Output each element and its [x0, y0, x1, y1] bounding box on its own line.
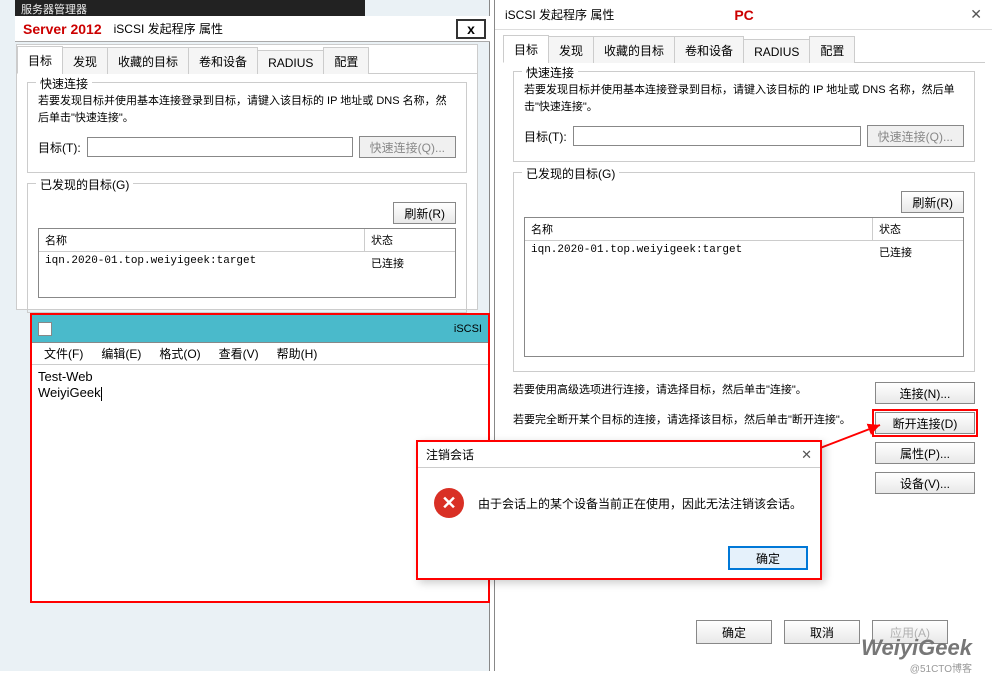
col-state: 状态: [365, 229, 455, 251]
discovered-title: 已发现的目标(G): [36, 176, 133, 193]
refresh-button[interactable]: 刷新(R): [393, 202, 456, 224]
properties-button[interactable]: 属性(P)...: [875, 442, 975, 464]
r-discovered-list[interactable]: 名称 状态 iqn.2020-01.top.weiyigeek:target 已…: [524, 217, 964, 357]
r-tab-favorite[interactable]: 收藏的目标: [593, 36, 675, 63]
r-tab-vol-dev[interactable]: 卷和设备: [674, 36, 744, 63]
r-quick-connect-group: 快速连接 若要发现目标并使用基本连接登录到目标，请键入该目标的 IP 地址或 D…: [513, 71, 975, 162]
menu-help[interactable]: 帮助(H): [269, 343, 326, 364]
dialog-close-button[interactable]: ✕: [801, 447, 812, 463]
devices-button[interactable]: 设备(V)...: [875, 472, 975, 494]
connect-desc: 若要使用高级选项进行连接，请选择目标，然后单击"连接"。: [513, 382, 865, 399]
right-window-title: iSCSI 发起程序 属性: [505, 6, 614, 23]
disconnect-desc: 若要完全断开某个目标的连接，请选择该目标，然后单击"断开连接"。: [513, 412, 865, 429]
menu-format[interactable]: 格式(O): [151, 343, 208, 364]
col-name: 名称: [39, 229, 365, 251]
r-col-state: 状态: [873, 218, 963, 240]
r-row-name: iqn.2020-01.top.weiyigeek:target: [525, 241, 873, 263]
r-discovered-group: 已发现的目标(G) 刷新(R) 名称 状态 iqn.2020-01.top.we…: [513, 172, 975, 372]
right-dialog-body: 目标 发现 收藏的目标 卷和设备 RADIUS 配置 快速连接 若要发现目标并使…: [503, 34, 985, 510]
notepad-title-text: iSCSI: [454, 323, 482, 335]
close-button[interactable]: x: [456, 19, 486, 39]
discovered-group: 已发现的目标(G) 刷新(R) 名称 状态 iqn.2020-01.top.we…: [27, 183, 467, 313]
r-list-row[interactable]: iqn.2020-01.top.weiyigeek:target 已连接: [525, 241, 963, 263]
menu-view[interactable]: 查看(V): [211, 343, 267, 364]
footer-ok-button[interactable]: 确定: [696, 620, 772, 644]
dialog-ok-button[interactable]: 确定: [728, 546, 808, 570]
right-titlebar: iSCSI 发起程序 属性 PC ✕: [495, 0, 992, 30]
dark-titlebar: 服务器管理器: [15, 0, 365, 16]
row-name: iqn.2020-01.top.weiyigeek:target: [39, 252, 365, 274]
tab-target[interactable]: 目标: [17, 46, 63, 74]
disconnect-row: 若要完全断开某个目标的连接，请选择该目标，然后单击"断开连接"。 断开连接(D): [513, 412, 975, 434]
tab-vol-dev[interactable]: 卷和设备: [188, 47, 258, 74]
dialog-titlebar[interactable]: 注销会话 ✕: [418, 442, 820, 468]
r-row-state: 已连接: [873, 241, 963, 263]
left-dialog-body: 目标 发现 收藏的目标 卷和设备 RADIUS 配置 快速连接 若要发现目标并使…: [16, 44, 478, 310]
notepad-text-area[interactable]: Test-Web WeiyiGeek: [32, 365, 488, 405]
dialog-footer: 确定: [418, 538, 820, 578]
r-tabs-bar: 目标 发现 收藏的目标 卷和设备 RADIUS 配置: [503, 34, 985, 63]
r-col-name: 名称: [525, 218, 873, 240]
r-quick-connect-desc: 若要发现目标并使用基本连接登录到目标，请键入该目标的 IP 地址或 DNS 名称…: [524, 82, 964, 115]
tab-discover[interactable]: 发现: [62, 47, 108, 74]
tab-content: 快速连接 若要发现目标并使用基本连接登录到目标，请键入该目标的 IP 地址或 D…: [17, 74, 477, 331]
server-label: Server 2012: [23, 21, 102, 37]
r-tab-config[interactable]: 配置: [809, 36, 855, 63]
dialog-body: ✕ 由于会话上的某个设备当前正在使用，因此无法注销该会话。: [418, 468, 820, 538]
connect-row: 若要使用高级选项进行连接，请选择目标，然后单击"连接"。 连接(N)...: [513, 382, 975, 404]
r-quick-connect-button[interactable]: 快速连接(Q)...: [867, 125, 964, 147]
r-refresh-button[interactable]: 刷新(R): [901, 191, 964, 213]
group-title: 快速连接: [36, 75, 92, 92]
notepad-titlebar[interactable]: iSCSI: [32, 315, 488, 343]
target-label: 目标(T):: [38, 139, 81, 156]
error-dialog: 注销会话 ✕ ✕ 由于会话上的某个设备当前正在使用，因此无法注销该会话。 确定: [416, 440, 822, 580]
watermark: WeiyiGeek: [861, 635, 972, 661]
right-close-button[interactable]: ✕: [970, 6, 982, 23]
left-window-title: iSCSI 发起程序 属性: [114, 20, 223, 37]
disconnect-button[interactable]: 断开连接(D): [875, 412, 975, 434]
r-tab-discover[interactable]: 发现: [548, 36, 594, 63]
target-input[interactable]: [87, 137, 353, 157]
menu-file[interactable]: 文件(F): [36, 343, 91, 364]
r-group-title: 快速连接: [522, 64, 578, 81]
menu-edit[interactable]: 编辑(E): [93, 343, 149, 364]
error-icon: ✕: [434, 488, 464, 518]
notepad-menubar: 文件(F) 编辑(E) 格式(O) 查看(V) 帮助(H): [32, 343, 488, 365]
row-state: 已连接: [365, 252, 455, 274]
r-target-input[interactable]: [573, 126, 861, 146]
r-discovered-title: 已发现的目标(G): [522, 165, 619, 182]
watermark-sub: @51CTO博客: [910, 660, 972, 675]
tab-favorite[interactable]: 收藏的目标: [107, 47, 189, 74]
r-target-label: 目标(T):: [524, 128, 567, 145]
dialog-message: 由于会话上的某个设备当前正在使用，因此无法注销该会话。: [478, 495, 802, 512]
pc-label: PC: [734, 7, 753, 23]
dialog-title: 注销会话: [426, 446, 474, 463]
connect-button[interactable]: 连接(N)...: [875, 382, 975, 404]
tabs-bar: 目标 发现 收藏的目标 卷和设备 RADIUS 配置: [17, 45, 477, 74]
tab-config[interactable]: 配置: [323, 47, 369, 74]
quick-connect-group: 快速连接 若要发现目标并使用基本连接登录到目标，请键入该目标的 IP 地址或 D…: [27, 82, 467, 173]
quick-connect-desc: 若要发现目标并使用基本连接登录到目标，请键入该目标的 IP 地址或 DNS 名称…: [38, 93, 456, 126]
list-row[interactable]: iqn.2020-01.top.weiyigeek:target 已连接: [39, 252, 455, 274]
footer-cancel-button[interactable]: 取消: [784, 620, 860, 644]
r-tab-radius[interactable]: RADIUS: [743, 39, 810, 63]
r-tab-target[interactable]: 目标: [503, 35, 549, 63]
tab-radius[interactable]: RADIUS: [257, 50, 324, 74]
notepad-icon: [38, 322, 52, 336]
left-titlebar: Server 2012 iSCSI 发起程序 属性 x: [15, 16, 490, 42]
quick-connect-button[interactable]: 快速连接(Q)...: [359, 136, 456, 158]
discovered-list[interactable]: 名称 状态 iqn.2020-01.top.weiyigeek:target 已…: [38, 228, 456, 298]
